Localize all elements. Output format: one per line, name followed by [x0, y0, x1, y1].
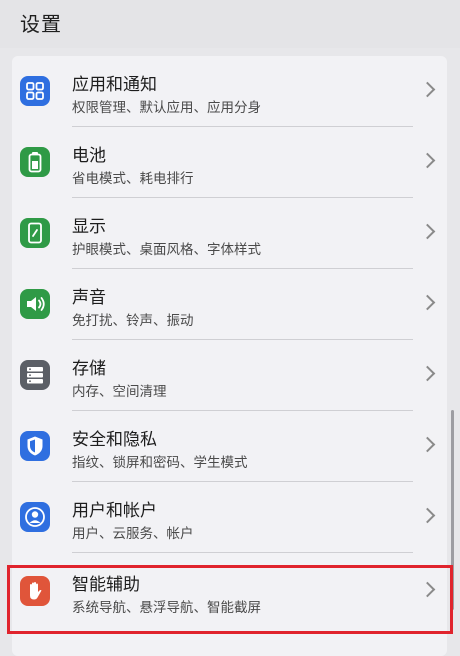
settings-item-subtitle: 内存、空间清理: [72, 384, 167, 400]
settings-item-battery[interactable]: 电池 省电模式、耗电排行: [12, 127, 447, 198]
settings-item-subtitle: 省电模式、耗电排行: [72, 171, 194, 187]
settings-item-users-accounts[interactable]: 用户和帐户 用户、云服务、帐户: [12, 482, 447, 553]
settings-item-smart-assistance[interactable]: 智能辅助 系统导航、悬浮导航、智能截屏: [12, 556, 447, 627]
page-title: 设置: [20, 12, 62, 36]
scrollbar[interactable]: [451, 410, 454, 610]
apps-icon: [20, 76, 50, 106]
hand-icon: [20, 576, 50, 606]
settings-item-display[interactable]: 显示 护眼模式、桌面风格、字体样式: [12, 198, 447, 269]
settings-item-subtitle: 免打扰、铃声、振动: [72, 313, 194, 329]
settings-item-subtitle: 护眼模式、桌面风格、字体样式: [72, 242, 261, 258]
settings-item-title: 安全和隐私: [72, 430, 157, 450]
chevron-right-icon: [419, 294, 436, 311]
divider: [72, 552, 413, 553]
settings-item-title: 电池: [72, 146, 106, 166]
speaker-icon: [20, 289, 50, 319]
settings-item-apps-notifications[interactable]: 应用和通知 权限管理、默认应用、应用分身: [12, 56, 447, 127]
settings-item-subtitle: 用户、云服务、帐户: [72, 526, 194, 542]
chevron-right-icon: [419, 581, 436, 598]
shield-icon: [20, 431, 50, 461]
settings-item-title: 应用和通知: [72, 75, 157, 95]
chevron-right-icon: [419, 81, 436, 98]
settings-item-subtitle: 权限管理、默认应用、应用分身: [72, 100, 261, 116]
header-bar: 设置: [0, 0, 460, 48]
settings-item-title: 智能辅助: [72, 575, 140, 595]
settings-item-title: 声音: [72, 288, 106, 308]
settings-item-title: 用户和帐户: [72, 501, 157, 521]
storage-icon: [20, 360, 50, 390]
chevron-right-icon: [419, 507, 436, 524]
settings-item-security-privacy[interactable]: 安全和隐私 指纹、锁屏和密码、学生模式: [12, 411, 447, 482]
settings-list: 应用和通知 权限管理、默认应用、应用分身 电池 省电模式、耗电排行 显示 护眼模…: [12, 56, 447, 656]
battery-icon: [20, 147, 50, 177]
user-icon: [20, 502, 50, 532]
chevron-right-icon: [419, 436, 436, 453]
settings-item-sound[interactable]: 声音 免打扰、铃声、振动: [12, 269, 447, 340]
settings-item-title: 显示: [72, 217, 106, 237]
chevron-right-icon: [419, 152, 436, 169]
settings-item-subtitle: 系统导航、悬浮导航、智能截屏: [72, 600, 261, 616]
chevron-right-icon: [419, 365, 436, 382]
settings-item-subtitle: 指纹、锁屏和密码、学生模式: [72, 455, 248, 471]
settings-item-title: 存储: [72, 359, 106, 379]
settings-item-storage[interactable]: 存储 内存、空间清理: [12, 340, 447, 411]
display-icon: [20, 218, 50, 248]
chevron-right-icon: [419, 223, 436, 240]
